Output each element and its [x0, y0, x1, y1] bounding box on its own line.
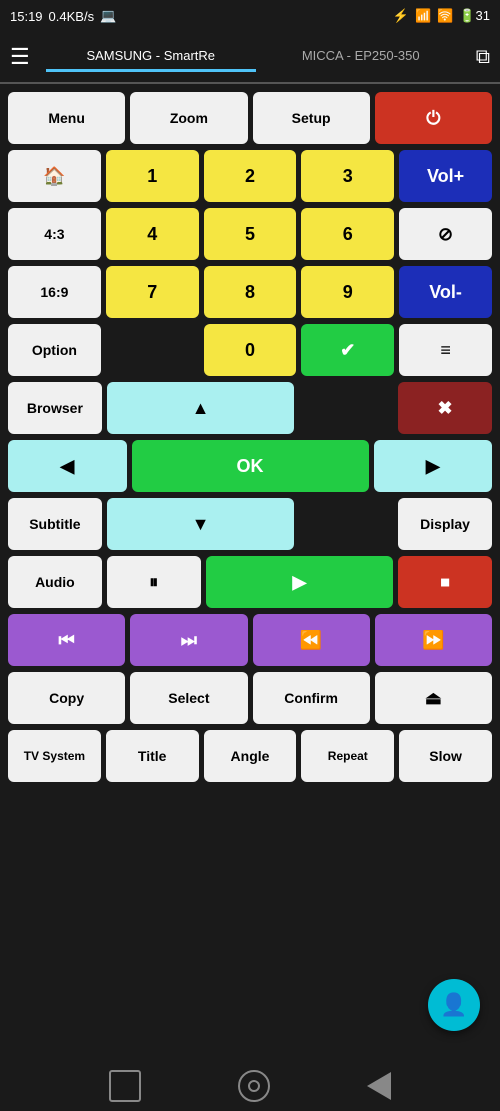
fab-people-button[interactable]: 👤 [428, 979, 480, 1031]
ratio169-button[interactable]: 16:9 [8, 266, 101, 318]
down-arrow-button[interactable]: ▼ [107, 498, 295, 550]
row-numbers-3: 16:9 7 8 9 Vol- [8, 266, 492, 318]
data-speed: 0.4KB/s [49, 9, 95, 24]
battery-icon: 🔋31 [459, 8, 490, 24]
spacer-2 [299, 382, 393, 434]
display-button[interactable]: Display [398, 498, 492, 550]
vol-minus-button[interactable]: Vol- [399, 266, 492, 318]
signal-icon: 📶 [415, 8, 431, 24]
row-skip: ⏮ ⏭ ⏪ ⏩ [8, 614, 492, 666]
rewind-button[interactable]: ⏪ [253, 614, 370, 666]
row-browser: Browser ▲ ✖ [8, 382, 492, 434]
setup-button[interactable]: Setup [253, 92, 370, 144]
angle-button[interactable]: Angle [204, 730, 297, 782]
slow-button[interactable]: Slow [399, 730, 492, 782]
num4-button[interactable]: 4 [106, 208, 199, 260]
tab-micca[interactable]: MICCA - EP250-350 [256, 42, 466, 72]
eject-button[interactable]: ⏏ [375, 672, 492, 724]
play-button[interactable]: ▶ [206, 556, 394, 608]
check-button[interactable]: ✔ [301, 324, 394, 376]
row-option: Option 0 ✔ ≡ [8, 324, 492, 376]
num9-button[interactable]: 9 [301, 266, 394, 318]
pause-button[interactable]: ⏸ [107, 556, 201, 608]
status-icons: ⚡ 📶 🛜 🔋31 [393, 8, 490, 24]
stop-button[interactable]: ⏹ [398, 556, 492, 608]
hamburger-icon[interactable]: ☰ [10, 44, 30, 70]
left-arrow-button[interactable]: ◀ [8, 440, 127, 492]
right-arrow-button[interactable]: ▶ [374, 440, 493, 492]
row-numbers-1: 🏠 1 2 3 Vol+ [8, 150, 492, 202]
select-button[interactable]: Select [130, 672, 247, 724]
title-button[interactable]: Title [106, 730, 199, 782]
mute-button[interactable]: ⊘ [399, 208, 492, 260]
confirm-button[interactable]: Confirm [253, 672, 370, 724]
system-back-button[interactable] [367, 1072, 391, 1100]
spacer-3 [299, 498, 393, 550]
system-bar [0, 1061, 500, 1111]
num3-button[interactable]: 3 [301, 150, 394, 202]
ratio43-button[interactable]: 4:3 [8, 208, 101, 260]
time-display: 15:19 [10, 9, 43, 24]
top-nav: ☰ SAMSUNG - SmartRe MICCA - EP250-350 ⧉ [0, 32, 500, 84]
vol-plus-button[interactable]: Vol+ [399, 150, 492, 202]
num8-button[interactable]: 8 [204, 266, 297, 318]
copy-button[interactable]: Copy [8, 672, 125, 724]
audio-button[interactable]: Audio [8, 556, 102, 608]
num0-button[interactable]: 0 [204, 324, 297, 376]
subtitle-button[interactable]: Subtitle [8, 498, 102, 550]
power-button[interactable]: ⏻ [375, 92, 492, 144]
close-button[interactable]: ✖ [398, 382, 492, 434]
skip-forward-button[interactable]: ⏭ [130, 614, 247, 666]
zoom-button[interactable]: Zoom [130, 92, 247, 144]
copy-icon[interactable]: ⧉ [476, 46, 490, 69]
spacer-1 [106, 324, 199, 376]
row-copy: Copy Select Confirm ⏏ [8, 672, 492, 724]
nav-tabs: SAMSUNG - SmartRe MICCA - EP250-350 [46, 42, 466, 72]
option-button[interactable]: Option [8, 324, 101, 376]
row-menu: Menu Zoom Setup ⏻ [8, 92, 492, 144]
row-numbers-2: 4:3 4 5 6 ⊘ [8, 208, 492, 260]
list-button[interactable]: ≡ [399, 324, 492, 376]
remote-control: Menu Zoom Setup ⏻ 🏠 1 2 3 Vol+ 4:3 4 5 6… [0, 84, 500, 796]
menu-button[interactable]: Menu [8, 92, 125, 144]
system-square-button[interactable] [109, 1070, 141, 1102]
ok-button[interactable]: OK [132, 440, 369, 492]
repeat-button[interactable]: Repeat [301, 730, 394, 782]
row-ok: ◀ OK ▶ [8, 440, 492, 492]
num6-button[interactable]: 6 [301, 208, 394, 260]
bluetooth-icon: ⚡ [393, 8, 409, 24]
num1-button[interactable]: 1 [106, 150, 199, 202]
num2-button[interactable]: 2 [204, 150, 297, 202]
system-home-button[interactable] [238, 1070, 270, 1102]
row-tv: TV System Title Angle Repeat Slow [8, 730, 492, 782]
home-button[interactable]: 🏠 [8, 150, 101, 202]
tv-system-button[interactable]: TV System [8, 730, 101, 782]
status-bar: 15:19 0.4KB/s 💻 ⚡ 📶 🛜 🔋31 [0, 0, 500, 32]
fast-forward-button[interactable]: ⏩ [375, 614, 492, 666]
num5-button[interactable]: 5 [204, 208, 297, 260]
skip-back-start-button[interactable]: ⏮ [8, 614, 125, 666]
num7-button[interactable]: 7 [106, 266, 199, 318]
up-arrow-button[interactable]: ▲ [107, 382, 295, 434]
browser-button[interactable]: Browser [8, 382, 102, 434]
tab-samsung[interactable]: SAMSUNG - SmartRe [46, 42, 256, 72]
phone-icon: 💻 [100, 8, 116, 24]
row-subtitle: Subtitle ▼ Display [8, 498, 492, 550]
wifi-icon: 🛜 [437, 8, 453, 24]
row-audio: Audio ⏸ ▶ ⏹ [8, 556, 492, 608]
